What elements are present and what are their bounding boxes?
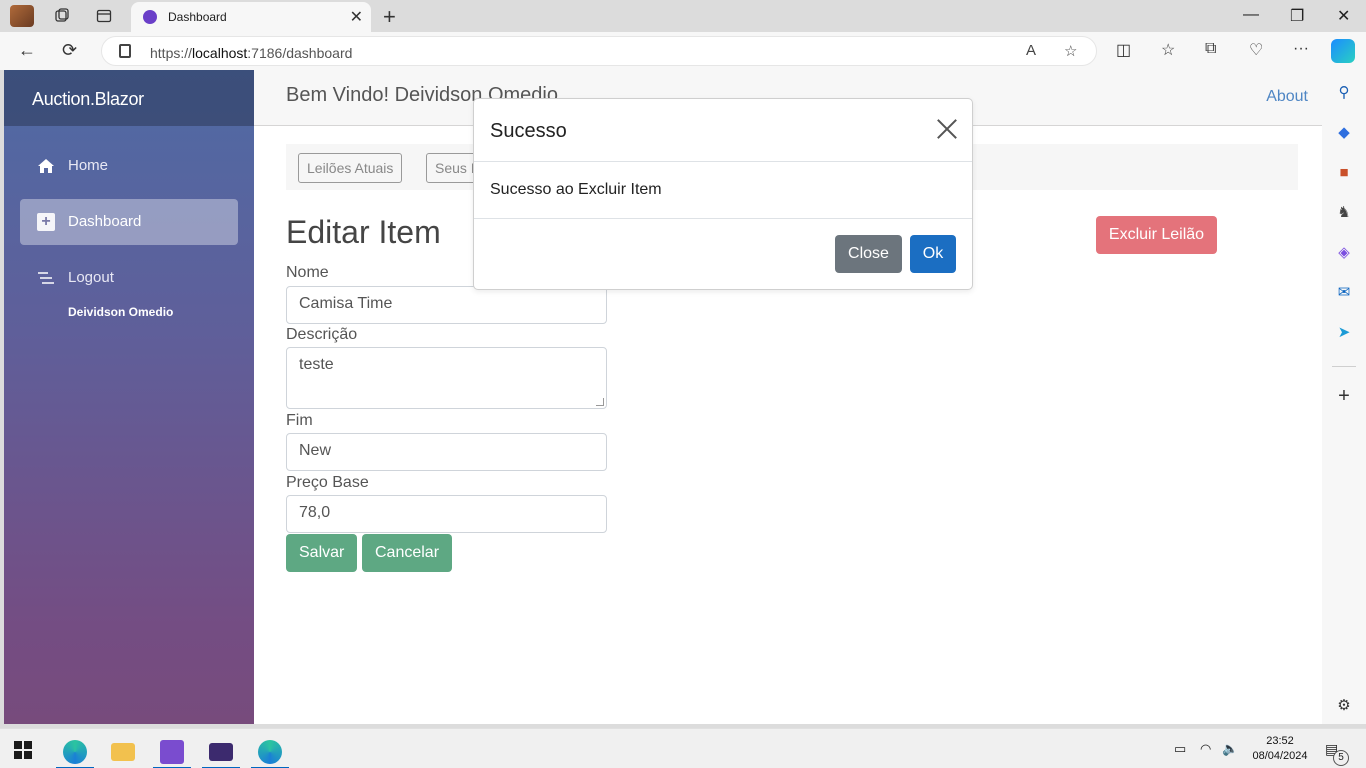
url-bar[interactable]: https://localhost:7186/dashboard A ☆: [101, 36, 1097, 66]
volume-icon[interactable]: 🔈: [1222, 741, 1238, 757]
drop-send-icon[interactable]: ➤: [1334, 322, 1354, 342]
brand-bar: Auction.Blazor: [4, 70, 254, 126]
modal-footer: Close Ok: [474, 218, 972, 290]
resize-handle-icon[interactable]: [596, 398, 604, 406]
windows-start-icon[interactable]: [14, 741, 32, 759]
browser-titlebar: Dashboard ✕ + — ❐ ✕: [0, 0, 1366, 32]
favorites-icon[interactable]: ☆: [1161, 40, 1175, 60]
tab-title: Dashboard: [168, 10, 227, 24]
about-link[interactable]: About: [1266, 88, 1308, 106]
tools-briefcase-icon[interactable]: ■: [1334, 162, 1354, 182]
browser-essentials-icon[interactable]: ♡: [1249, 40, 1263, 60]
copilot-icon[interactable]: [1331, 39, 1355, 63]
microsoft-365-icon[interactable]: ◈: [1334, 242, 1354, 262]
tab-actions-icon[interactable]: [92, 5, 116, 27]
modal-ok-button[interactable]: Ok: [910, 235, 956, 273]
edge-taskbar-icon-2[interactable]: [249, 735, 291, 768]
refresh-icon[interactable]: ⟳: [62, 40, 77, 61]
home-icon: [36, 156, 56, 176]
clock-date: 08/04/2024: [1252, 750, 1308, 762]
taskbar-clock[interactable]: 23:52 08/04/2024: [1250, 734, 1310, 764]
outlook-icon[interactable]: ✉: [1334, 282, 1354, 302]
modal-message: Sucesso ao Excluir Item: [490, 181, 662, 198]
brand-title[interactable]: Auction.Blazor: [32, 89, 144, 110]
sidebar-item-label: Dashboard: [68, 213, 142, 230]
sidebar-item-logout[interactable]: Logout: [20, 255, 238, 301]
address-bar-row: ← ⟳ https://localhost:7186/dashboard A ☆…: [0, 32, 1366, 70]
minimize-icon[interactable]: —: [1243, 6, 1259, 24]
modal-close-button[interactable]: Close: [835, 235, 902, 273]
window-close-icon[interactable]: ✕: [1337, 6, 1350, 26]
back-icon[interactable]: ←: [18, 40, 36, 61]
descricao-textarea[interactable]: teste: [286, 347, 607, 409]
sidebar-item-dashboard[interactable]: + Dashboard: [20, 199, 238, 245]
new-tab-icon[interactable]: +: [383, 4, 396, 30]
file-explorer-icon[interactable]: [102, 735, 144, 768]
search-icon[interactable]: ⚲: [1334, 82, 1354, 102]
add-sidebar-app-icon[interactable]: +: [1334, 385, 1354, 407]
page-title: Editar Item: [286, 214, 441, 250]
close-icon[interactable]: [936, 118, 958, 140]
cancel-button[interactable]: Cancelar: [362, 534, 453, 572]
save-button[interactable]: Salvar: [286, 534, 358, 572]
nome-input[interactable]: Camisa Time: [286, 286, 607, 324]
sidebar-user-name: Deividson Omedio: [68, 305, 174, 319]
notification-count-badge: 5: [1333, 750, 1349, 766]
sidebar-item-label: Home: [68, 157, 109, 174]
descricao-value: teste: [299, 356, 334, 373]
collections-icon[interactable]: ⧉: [1205, 40, 1216, 58]
sidebar: Auction.Blazor Home + Dashboard Logout D…: [4, 70, 254, 724]
url-text[interactable]: https://localhost:7186/dashboard: [150, 45, 352, 61]
workspaces-icon[interactable]: [50, 5, 74, 27]
plus-icon: +: [36, 212, 56, 232]
modal-header: Sucesso: [474, 99, 972, 162]
read-aloud-icon[interactable]: A: [1026, 42, 1036, 59]
modal-title: Sucesso: [490, 120, 567, 142]
edge-taskbar-icon[interactable]: [54, 735, 96, 768]
tab-close-icon[interactable]: ✕: [350, 7, 363, 27]
lock-icon[interactable]: [119, 44, 131, 58]
sidebar-divider: [1332, 366, 1356, 367]
terminal-icon[interactable]: [200, 735, 242, 768]
more-menu-icon[interactable]: ···: [1293, 40, 1309, 58]
split-screen-icon[interactable]: ◫: [1116, 40, 1131, 60]
browser-tab[interactable]: Dashboard ✕: [131, 2, 371, 32]
preco-label: Preço Base: [286, 474, 369, 491]
nome-label: Nome: [286, 264, 329, 281]
battery-icon[interactable]: ▭: [1174, 741, 1186, 757]
blazor-favicon-icon: [143, 10, 157, 24]
favorite-star-icon[interactable]: ☆: [1064, 42, 1077, 60]
games-chess-icon[interactable]: ♞: [1334, 202, 1354, 222]
sidebar-item-label: Logout: [68, 269, 114, 286]
preco-input[interactable]: 78,0: [286, 495, 607, 533]
success-modal: Sucesso Sucesso ao Excluir Item Close Ok: [473, 98, 973, 290]
fim-label: Fim: [286, 412, 313, 429]
shopping-tag-icon[interactable]: ◆: [1334, 122, 1354, 142]
visual-studio-icon[interactable]: [151, 735, 193, 768]
tab-leiloes-atuais[interactable]: Leilões Atuais: [298, 153, 403, 183]
descricao-label: Descrição: [286, 326, 358, 343]
restore-icon[interactable]: ❐: [1290, 6, 1304, 26]
settings-gear-icon[interactable]: ⚙: [1334, 695, 1354, 715]
sidebar-item-home[interactable]: Home: [20, 143, 238, 189]
profile-avatar[interactable]: [10, 5, 34, 27]
fim-input[interactable]: New: [286, 433, 607, 471]
clock-time: 23:52: [1266, 735, 1294, 747]
delete-auction-button[interactable]: Excluir Leilão: [1096, 216, 1217, 254]
wifi-icon[interactable]: ◠: [1200, 741, 1211, 757]
taskbar: ▭ ◠ 🔈 23:52 08/04/2024 ▤ 5: [0, 728, 1366, 768]
list-icon: [36, 268, 56, 288]
edge-sidebar: ⚲ ◆ ■ ♞ ◈ ✉ ➤ + ⚙: [1322, 70, 1366, 724]
